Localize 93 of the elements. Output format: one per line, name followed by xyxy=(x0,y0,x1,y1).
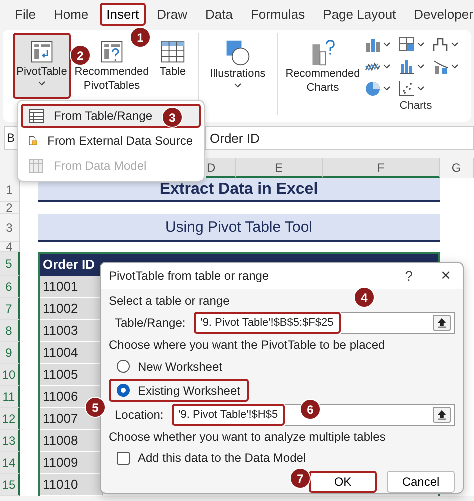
table-cell: 11004 xyxy=(40,342,103,364)
row-header[interactable]: 5 xyxy=(0,252,20,276)
row-header[interactable]: 12 xyxy=(0,408,20,430)
collapse-button[interactable] xyxy=(433,315,451,331)
table-cell: 11009 xyxy=(40,452,103,474)
field-box[interactable] xyxy=(285,404,455,426)
radio-option[interactable]: New Worksheet xyxy=(109,355,230,378)
row-header[interactable]: 9 xyxy=(0,342,20,364)
checkbox[interactable] xyxy=(117,452,130,464)
table-cell: 11003 xyxy=(40,320,103,342)
section-heading: Choose where you want the PivotTable to be placed xyxy=(109,337,386,354)
caret-icon xyxy=(451,42,459,46)
ribbon-tab[interactable]: Formulas xyxy=(244,2,312,26)
collapse-button[interactable] xyxy=(433,407,451,423)
row-header[interactable]: 15 xyxy=(0,474,20,496)
table-header-cell-text: Order ID xyxy=(42,256,96,274)
ribbon-button[interactable]: PivotTable xyxy=(13,33,71,99)
ribbon-tab[interactable]: File xyxy=(8,2,43,26)
row-header[interactable]: 7 xyxy=(0,298,20,320)
radio-button[interactable] xyxy=(117,384,130,397)
column-header[interactable]: E xyxy=(236,158,323,178)
row-header[interactable]: 8 xyxy=(0,320,20,342)
caret-icon xyxy=(234,83,242,88)
ribbon-tab[interactable]: Home xyxy=(46,2,96,26)
recommended-pivot-icon xyxy=(99,39,125,65)
caret-icon xyxy=(417,42,425,46)
row-header[interactable]: 3 xyxy=(0,214,20,242)
bar-chart-icon xyxy=(399,58,415,74)
dialog-button[interactable]: Cancel xyxy=(387,471,455,493)
table-icon xyxy=(29,109,44,123)
caret-icon xyxy=(451,64,459,68)
radio-label: Existing Worksheet xyxy=(138,384,240,398)
sheet-subtitle: Using Pivot Table Tool xyxy=(165,218,313,236)
column-header[interactable]: D xyxy=(206,158,236,178)
sheet-title: Extract Data in Excel xyxy=(160,181,318,199)
row-header[interactable]: 2 xyxy=(0,202,20,214)
upload-icon xyxy=(437,318,447,328)
field-label: Location: xyxy=(115,408,164,422)
caret-icon xyxy=(417,86,425,90)
checkbox-label: Add this data to the Data Model xyxy=(138,451,306,465)
ribbon-tab[interactable]: Insert xyxy=(100,2,146,26)
row-header[interactable]: 11 xyxy=(0,386,20,408)
radio-button[interactable] xyxy=(117,360,130,373)
group-label: Charts xyxy=(400,100,432,112)
range-field[interactable]: '9. Pivot Table'!$B$5:$F$25 xyxy=(194,312,341,334)
pivot-table-icon xyxy=(29,39,55,65)
row-header[interactable]: 1 xyxy=(0,178,20,202)
pie-chart-icon xyxy=(365,80,381,96)
row-header[interactable]: 4 xyxy=(0,242,20,252)
formula-field[interactable]: Order ID xyxy=(205,126,474,150)
field-label: Table/Range: xyxy=(115,316,186,330)
caret-icon xyxy=(383,42,391,46)
scatter-chart-icon xyxy=(399,80,415,96)
dialog-button[interactable]: OK xyxy=(309,471,377,493)
menu-item[interactable]: From External Data Source xyxy=(21,129,201,153)
radio-label: New Worksheet xyxy=(138,360,222,374)
dialog-title: PivotTable from table or range xyxy=(109,269,270,283)
column-header[interactable]: F xyxy=(323,158,440,178)
section-heading: Choose whether you want to analyze multiple tables xyxy=(109,429,386,446)
ribbon-button[interactable]: Table xyxy=(153,33,193,99)
caret-icon xyxy=(383,64,391,68)
row-header[interactable]: 14 xyxy=(0,452,20,474)
caret-icon xyxy=(417,64,425,68)
step-chart-icon xyxy=(433,36,449,52)
treemap-icon xyxy=(399,36,415,52)
database-icon xyxy=(29,158,44,174)
table-cell: 11010 xyxy=(40,474,103,496)
section-heading: Select a table or range xyxy=(109,293,230,310)
table-cell: 11002 xyxy=(40,298,103,320)
radio-option[interactable]: Existing Worksheet xyxy=(109,379,248,402)
table-cell: 11001 xyxy=(40,276,103,298)
close-button[interactable]: × xyxy=(437,266,455,286)
row-header[interactable]: 10 xyxy=(0,364,20,386)
table-cell: 11005 xyxy=(40,364,103,386)
ribbon-button[interactable]: Recommended Charts xyxy=(283,33,363,99)
name-box[interactable]: B xyxy=(4,126,17,150)
upload-icon xyxy=(437,410,447,420)
combo-chart-icon xyxy=(433,58,449,74)
caret-icon xyxy=(38,81,46,86)
location-field[interactable]: '9. Pivot Table'!$H$5 xyxy=(172,404,286,426)
table-icon xyxy=(160,39,186,65)
row-header[interactable]: 13 xyxy=(0,430,20,452)
ribbon-tab[interactable]: Draw xyxy=(150,2,194,26)
ribbon-tab[interactable]: Data xyxy=(198,2,240,26)
field-box[interactable] xyxy=(340,312,455,334)
shapes-icon xyxy=(224,39,252,67)
caret-icon xyxy=(383,86,391,90)
ribbon-tab[interactable]: Page Layout xyxy=(316,2,404,26)
table-cell: 11008 xyxy=(40,430,103,452)
ribbon-tab[interactable]: Developer xyxy=(407,2,474,26)
ribbon-button[interactable]: Illustrations xyxy=(204,33,272,99)
row-header[interactable]: 6 xyxy=(0,276,20,298)
help-button[interactable]: ? xyxy=(405,268,414,284)
